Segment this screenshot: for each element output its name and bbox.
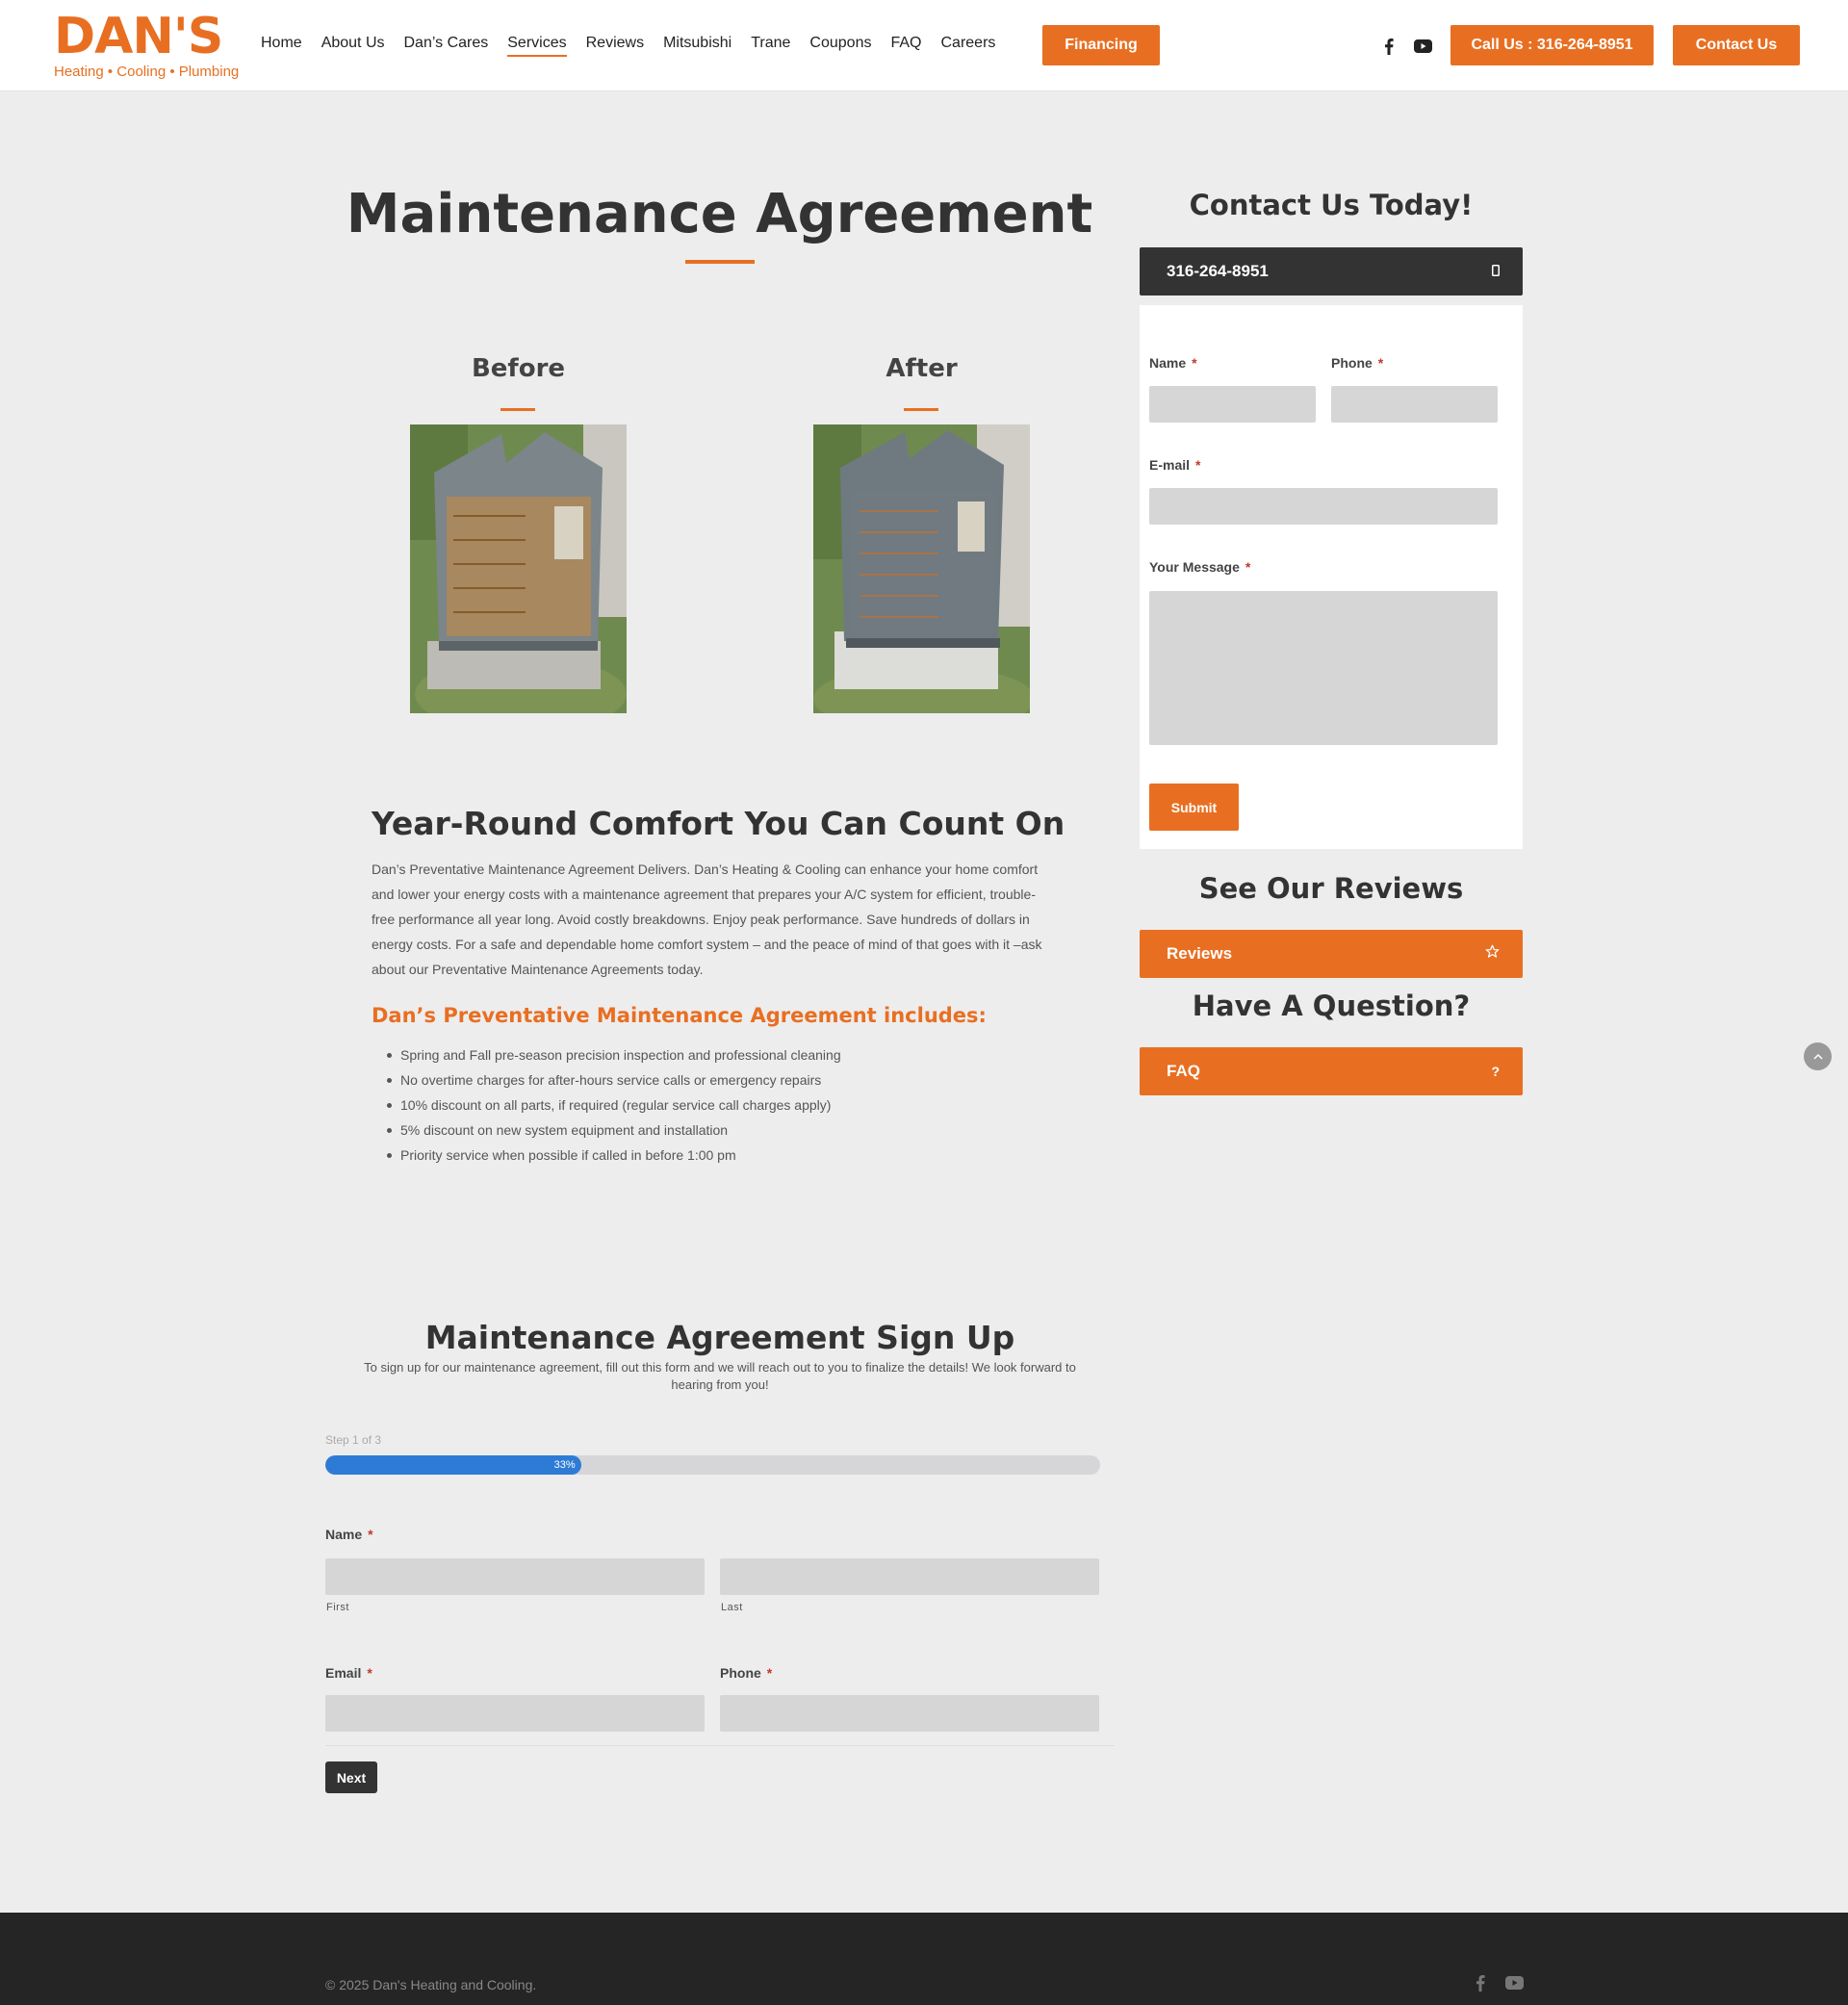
reviews-heading: See Our Reviews	[1198, 872, 1464, 905]
comfort-heading: Year-Round Comfort You Can Count On	[372, 805, 1065, 842]
site-header: DAN'S Heating • Cooling • Plumbing Home …	[0, 0, 1848, 91]
after-photo	[813, 424, 1030, 713]
nav-careers[interactable]: Careers	[940, 35, 995, 57]
copyright-text: © 2025 Dan's Heating and Cooling.	[325, 1977, 537, 1992]
before-underline	[500, 408, 535, 411]
nav-coupons[interactable]: Coupons	[809, 35, 871, 57]
list-item: 10% discount on all parts, if required (…	[387, 1092, 841, 1118]
nav-about-us[interactable]: About Us	[321, 35, 385, 57]
contact-us-button[interactable]: Contact Us	[1673, 25, 1800, 65]
footer-facebook-icon[interactable]	[1471, 1973, 1490, 1992]
comfort-paragraph: Dan’s Preventative Maintenance Agreement…	[372, 861, 1042, 977]
signup-name-label: Name *	[325, 1527, 373, 1542]
list-item: No overtime charges for after-hours serv…	[387, 1067, 841, 1092]
progress-bar: 33%	[325, 1455, 1100, 1475]
before-photo	[410, 424, 627, 713]
includes-heading: Dan’s Preventative Maintenance Agreement…	[372, 1004, 987, 1027]
contact-phone-input[interactable]	[1331, 386, 1498, 423]
signup-phone-label: Phone *	[720, 1665, 773, 1681]
question-heading: Have A Question?	[1192, 990, 1471, 1022]
main-nav: Home About Us Dan’s Cares Services Revie…	[261, 35, 1014, 57]
star-icon	[1485, 944, 1500, 964]
faq-label: FAQ	[1167, 1062, 1200, 1080]
list-item: Spring and Fall pre-season precision ins…	[387, 1042, 841, 1067]
signup-phone-input[interactable]	[720, 1695, 1099, 1732]
facebook-icon[interactable]	[1379, 37, 1399, 56]
call-us-button[interactable]: Call Us : 316-264-8951	[1450, 25, 1654, 65]
question-mark-icon: ?	[1491, 1064, 1500, 1079]
logo-wordmark: DAN'S	[54, 8, 223, 65]
progress-fill: 33%	[325, 1455, 581, 1475]
nav-faq[interactable]: FAQ	[890, 35, 921, 57]
form-divider	[325, 1745, 1115, 1746]
nav-reviews[interactable]: Reviews	[586, 35, 644, 57]
progress-label: 33%	[553, 1459, 576, 1471]
signup-email-label: Email *	[325, 1665, 372, 1681]
logo-tagline: Heating • Cooling • Plumbing	[54, 64, 240, 80]
after-underline	[904, 408, 938, 411]
page-title: Maintenance Agreement	[346, 183, 1093, 245]
site-footer	[0, 1913, 1848, 2005]
step-indicator: Step 1 of 3	[325, 1433, 382, 1447]
submit-button[interactable]: Submit	[1149, 784, 1239, 831]
reviews-label: Reviews	[1167, 944, 1233, 963]
contact-message-label: Your Message *	[1149, 559, 1251, 575]
faq-bar[interactable]: FAQ ?	[1140, 1047, 1523, 1095]
contact-email-label: E-mail *	[1149, 457, 1201, 473]
title-underline	[685, 260, 755, 264]
after-heading: After	[886, 354, 958, 383]
signup-title: Maintenance Agreement Sign Up	[424, 1319, 1015, 1356]
signup-description: To sign up for our maintenance agreement…	[364, 1360, 1076, 1392]
contact-message-input[interactable]	[1149, 591, 1498, 745]
includes-list: Spring and Fall pre-season precision ins…	[387, 1042, 841, 1168]
last-name-input[interactable]	[720, 1558, 1099, 1595]
site-logo[interactable]: DAN'S Heating • Cooling • Plumbing	[54, 8, 240, 80]
before-heading: Before	[471, 354, 566, 383]
first-name-sublabel: First	[326, 1602, 349, 1613]
nav-trane[interactable]: Trane	[751, 35, 790, 57]
nav-home[interactable]: Home	[261, 35, 302, 57]
nav-services[interactable]: Services	[507, 35, 567, 57]
nav-dans-cares[interactable]: Dan’s Cares	[404, 35, 489, 57]
next-button[interactable]: Next	[325, 1761, 377, 1793]
contact-name-label: Name *	[1149, 355, 1197, 371]
contact-heading: Contact Us Today!	[1189, 189, 1474, 221]
signup-email-input[interactable]	[325, 1695, 705, 1732]
list-item: Priority service when possible if called…	[387, 1143, 841, 1168]
contact-name-input[interactable]	[1149, 386, 1316, 423]
chevron-up-icon	[1812, 1053, 1823, 1060]
youtube-icon[interactable]	[1413, 37, 1432, 56]
nav-mitsubishi[interactable]: Mitsubishi	[663, 35, 732, 57]
list-item: 5% discount on new system equipment and …	[387, 1118, 841, 1143]
footer-youtube-icon[interactable]	[1504, 1973, 1524, 1992]
contact-phone-label: Phone *	[1331, 355, 1384, 371]
phone-bar[interactable]: 316-264-8951	[1140, 247, 1523, 296]
mobile-phone-icon	[1492, 262, 1500, 281]
last-name-sublabel: Last	[721, 1602, 743, 1613]
contact-email-input[interactable]	[1149, 488, 1498, 525]
phone-number: 316-264-8951	[1167, 262, 1269, 280]
scroll-to-top-button[interactable]	[1804, 1042, 1832, 1070]
reviews-bar[interactable]: Reviews	[1140, 930, 1523, 978]
financing-button[interactable]: Financing	[1042, 25, 1160, 65]
first-name-input[interactable]	[325, 1558, 705, 1595]
